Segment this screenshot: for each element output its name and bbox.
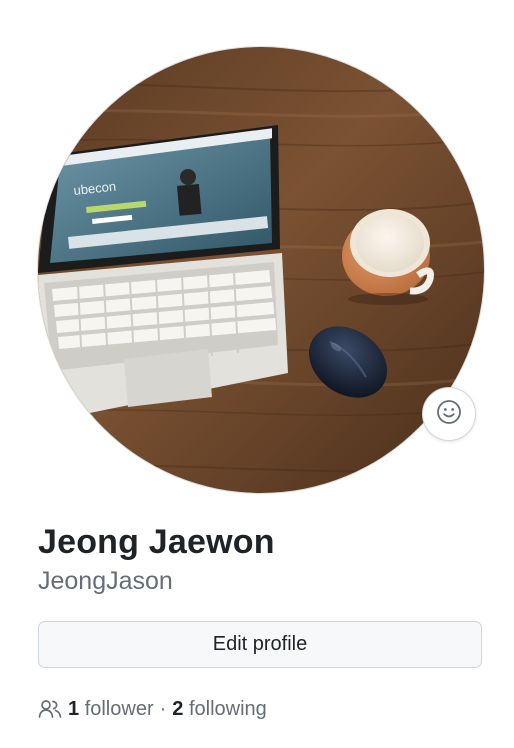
profile-sidebar: ubecon Jeong Jaewon JeongJason Edit prof… — [0, 0, 514, 748]
set-status-button[interactable] — [422, 387, 476, 441]
profile-full-name: Jeong Jaewon — [38, 523, 275, 561]
edit-profile-button[interactable]: Edit profile — [38, 621, 482, 668]
avatar-container: ubecon — [38, 47, 484, 493]
followers-count: 1 — [68, 697, 80, 720]
smiley-icon — [436, 399, 462, 430]
following-link[interactable]: 2 following — [172, 698, 267, 721]
avatar[interactable]: ubecon — [38, 47, 484, 493]
following-label: following — [188, 697, 267, 720]
followers-link[interactable]: 1 follower — [68, 698, 154, 721]
avatar-photo: ubecon — [38, 47, 484, 493]
followers-label: follower — [84, 697, 154, 720]
stats-separator: · — [159, 697, 167, 720]
profile-username: JeongJason — [38, 567, 173, 595]
follow-stats: 1 follower · 2 following — [38, 694, 267, 724]
people-icon — [38, 699, 62, 719]
following-count: 2 — [172, 697, 184, 720]
